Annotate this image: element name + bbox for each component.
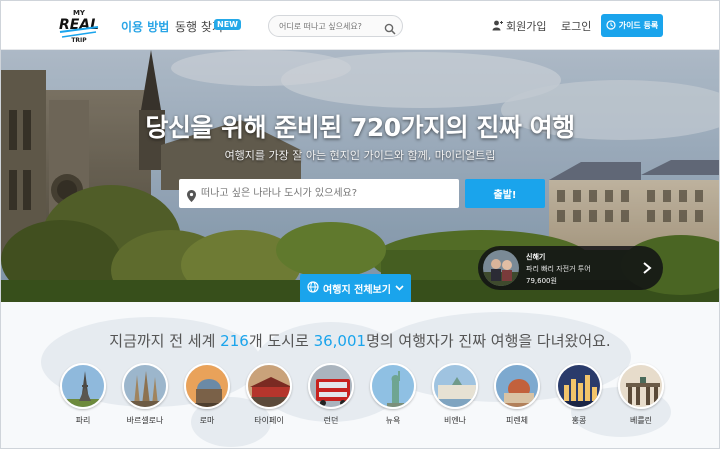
city-item-taipei[interactable]: 타이페이 bbox=[245, 363, 293, 426]
stats-suffix: 명의 여행자가 진짜 여행을 다녀왔어요. bbox=[366, 332, 611, 350]
nav-how-to-use[interactable]: 이용 방법 bbox=[121, 18, 169, 35]
tour-guide-name: 신해기 bbox=[526, 253, 546, 261]
hero-search-box[interactable] bbox=[179, 179, 459, 208]
city-item-berlin[interactable]: 베를린 bbox=[617, 363, 665, 426]
city-thumbnail bbox=[308, 363, 354, 409]
city-item-florence[interactable]: 피렌체 bbox=[493, 363, 541, 426]
city-name: 로마 bbox=[199, 416, 215, 425]
city-name: 비엔나 bbox=[443, 416, 467, 425]
hero-title: 당신을 위해 준비된 720가지의 진짜 여행 bbox=[145, 113, 575, 142]
city-thumbnail bbox=[494, 363, 540, 409]
tour-price: 79,600원 bbox=[526, 277, 557, 285]
logo-line3: TRIP bbox=[71, 37, 87, 44]
city-name: 베를린 bbox=[629, 416, 653, 425]
city-name: 홍콩 bbox=[571, 416, 587, 425]
cities-count: 216 bbox=[220, 332, 249, 350]
chevron-right-icon[interactable] bbox=[641, 260, 653, 274]
world-map-pattern bbox=[41, 312, 671, 447]
city-name: 런던 bbox=[323, 416, 339, 425]
city-thumbnail bbox=[618, 363, 664, 409]
site-logo[interactable]: MY REAL TRIP bbox=[57, 6, 101, 44]
search-icon[interactable] bbox=[384, 20, 396, 35]
city-item-vienna[interactable]: 비엔나 bbox=[431, 363, 479, 426]
header-search-input[interactable] bbox=[279, 19, 387, 34]
city-item-barcelona[interactable]: 바르셀로나 bbox=[121, 363, 169, 426]
clock-icon bbox=[606, 19, 616, 32]
city-thumbnail bbox=[370, 363, 416, 409]
chevron-down-icon bbox=[395, 283, 404, 294]
login-link[interactable]: 로그인 bbox=[561, 18, 591, 34]
guide-register-label: 가이드 등록 bbox=[618, 21, 659, 30]
city-item-newyork[interactable]: 뉴욕 bbox=[369, 363, 417, 426]
city-thumbnail bbox=[122, 363, 168, 409]
stats-section: 지금까지 전 세계 216개 도시로 36,001명의 여행자가 진짜 여행을 … bbox=[1, 302, 719, 448]
guide-avatar bbox=[483, 250, 519, 286]
user-plus-icon bbox=[492, 20, 503, 31]
city-item-hongkong[interactable]: 홍콩 bbox=[555, 363, 603, 426]
city-item-rome[interactable]: 로마 bbox=[183, 363, 231, 426]
city-thumbnail bbox=[60, 363, 106, 409]
signup-label: 회원가입 bbox=[506, 20, 547, 33]
signup-link[interactable]: 회원가입 bbox=[492, 18, 546, 34]
city-name: 뉴욕 bbox=[385, 416, 401, 425]
city-thumbnail bbox=[556, 363, 602, 409]
featured-tour-card[interactable]: 신해기 파리 빠리 자전거 투어 79,600원 bbox=[478, 246, 663, 290]
city-name: 피렌체 bbox=[505, 416, 529, 425]
globe-icon bbox=[307, 280, 319, 296]
header-search-box[interactable] bbox=[268, 15, 403, 37]
location-pin-icon bbox=[187, 187, 196, 202]
view-all-destinations-button[interactable]: 여행지 전체보기 bbox=[300, 274, 411, 302]
stats-headline: 지금까지 전 세계 216개 도시로 36,001명의 여행자가 진짜 여행을 … bbox=[1, 330, 719, 351]
site-header: MY REAL TRIP 이용 방법 동행 찾기 NEW 회원가입 로그인 bbox=[1, 1, 719, 50]
page-frame: MY REAL TRIP 이용 방법 동행 찾기 NEW 회원가입 로그인 bbox=[0, 0, 720, 449]
city-thumbnail bbox=[246, 363, 292, 409]
stats-prefix: 지금까지 전 세계 bbox=[109, 332, 221, 350]
destination-search-input[interactable] bbox=[201, 186, 451, 201]
depart-button[interactable]: 출발! bbox=[465, 179, 545, 208]
view-all-label: 여행지 전체보기 bbox=[323, 284, 391, 296]
tour-title: 파리 빠리 자전거 투어 bbox=[526, 265, 591, 273]
city-name: 타이페이 bbox=[254, 416, 284, 425]
city-item-paris[interactable]: 파리 bbox=[59, 363, 107, 426]
logo-line1: MY bbox=[73, 9, 86, 17]
hero-subtitle: 여행지를 가장 잘 아는 현지인 가이드와 함께, 마이리얼트립 bbox=[224, 149, 496, 162]
stats-middle: 개 도시로 bbox=[248, 332, 314, 350]
city-name: 바르셀로나 bbox=[126, 416, 164, 425]
new-badge: NEW bbox=[214, 19, 241, 30]
hero-banner: 당신을 위해 준비된 720가지의 진짜 여행 여행지를 가장 잘 아는 현지인… bbox=[1, 50, 719, 302]
city-thumbnail bbox=[432, 363, 478, 409]
city-name: 파리 bbox=[75, 416, 91, 425]
city-thumbnail bbox=[184, 363, 230, 409]
guide-register-button[interactable]: 가이드 등록 bbox=[601, 14, 663, 37]
travelers-count: 36,001 bbox=[313, 332, 367, 350]
city-item-london[interactable]: 런던 bbox=[307, 363, 355, 426]
